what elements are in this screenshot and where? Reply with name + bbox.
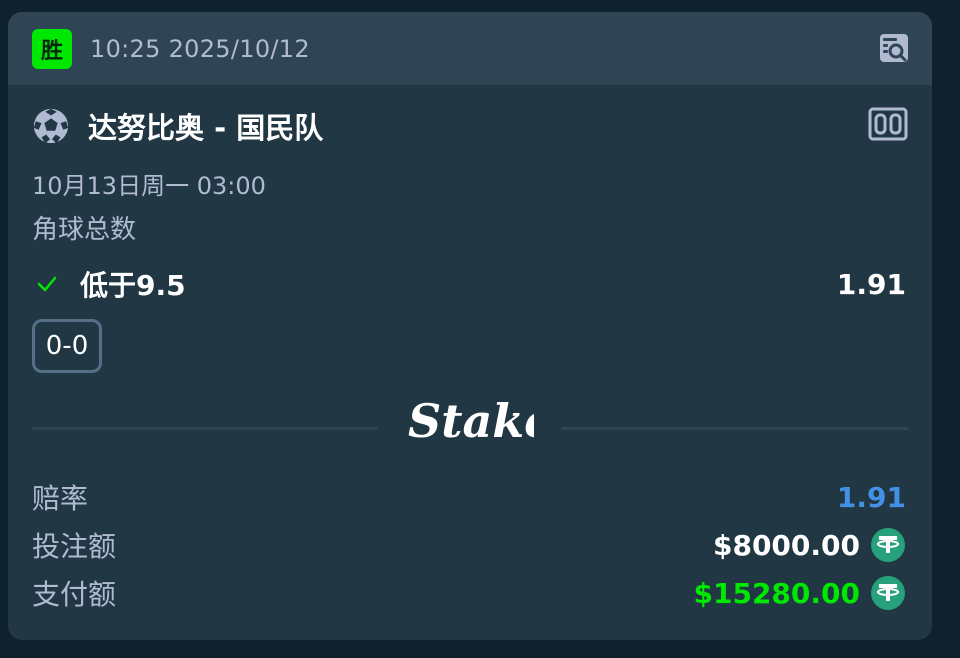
summary-stake-row: 投注额 $8000.00 xyxy=(32,521,908,569)
win-badge: 胜 xyxy=(32,28,72,69)
check-icon xyxy=(37,276,57,292)
market-name: 角球总数 xyxy=(32,215,137,245)
selection-row: 低于9.5 1.91 xyxy=(32,261,908,307)
bet-datetime: 10:25 2025/10/12 xyxy=(90,34,310,63)
usdt-tether-icon xyxy=(871,528,905,562)
bet-slip-card: 胜 10:25 2025/10/12 达努比奥 - 国民队 10月13日周一 0… xyxy=(8,12,932,640)
score-chip: 0-0 xyxy=(32,319,102,373)
odds-value: 1.91 xyxy=(836,480,906,514)
match-date: 10月13日周一 03:00 xyxy=(32,172,266,200)
brand-divider: Stake xyxy=(32,387,908,473)
summary-payout-row: 支付额 $15280.00 xyxy=(32,569,908,617)
stake-amount: $8000.00 xyxy=(713,527,906,563)
odds-label: 赔率 xyxy=(32,482,89,515)
bet-slip-body: 达努比奥 - 国民队 10月13日周一 03:00 角球总数 低于9.5 1.9… xyxy=(8,85,932,617)
receipt-search-icon[interactable] xyxy=(878,32,910,64)
divider-line-right xyxy=(562,427,908,430)
payout-label: 支付额 xyxy=(32,578,117,611)
payout-amount: $15280.00 xyxy=(694,575,907,611)
match-row: 达努比奥 - 国民队 xyxy=(32,85,908,167)
selection-odds: 1.91 xyxy=(836,267,906,301)
usdt-tether-icon xyxy=(871,576,905,610)
selection-label: 低于9.5 xyxy=(80,269,186,302)
divider-line-left xyxy=(32,427,378,430)
stake-label: 投注额 xyxy=(32,530,117,563)
summary-odds-row: 赔率 1.91 xyxy=(32,473,908,521)
stake-logo: Stake xyxy=(408,394,534,448)
soccer-ball-icon xyxy=(33,108,69,144)
payout-value: $15280.00 xyxy=(693,576,861,610)
svg-text:Stake: Stake xyxy=(408,394,534,448)
stake-value: $8000.00 xyxy=(712,528,860,562)
match-title[interactable]: 达努比奥 - 国民队 xyxy=(88,105,323,147)
bet-slip-header: 胜 10:25 2025/10/12 xyxy=(8,12,932,85)
scoreboard-icon[interactable] xyxy=(868,107,908,141)
